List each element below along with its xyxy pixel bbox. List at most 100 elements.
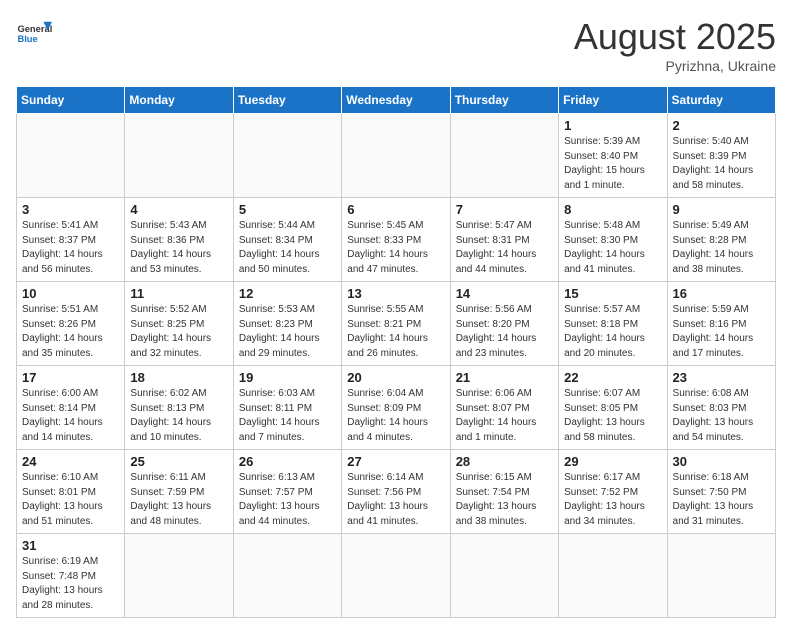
day-number: 4 [130,202,227,217]
calendar-cell: 7 Sunrise: 5:47 AMSunset: 8:31 PMDaylight… [450,198,558,282]
day-info: Sunrise: 6:17 AMSunset: 7:52 PMDaylight:… [564,471,661,529]
day-number: 11 [130,286,227,301]
day-info: Sunrise: 5:59 AMSunset: 8:16 PMDaylight:… [673,303,770,361]
day-number: 24 [22,454,119,469]
day-number: 3 [22,202,119,217]
day-info: Sunrise: 6:03 AMSunset: 8:11 PMDaylight:… [239,387,336,445]
calendar-cell: 18Sunrise: 6:02 AMSunset: 8:13 PMDayligh… [125,366,233,450]
logo-svg: General Blue [16,16,52,52]
location-subtitle: Pyrizhna, Ukraine [574,58,776,74]
day-info: Sunrise: 5:47 AMSunset: 8:31 PMDaylight:… [456,219,553,277]
weekday-header-friday: Friday [559,87,667,114]
calendar-cell: 12Sunrise: 5:53 AMSunset: 8:23 PMDayligh… [233,282,341,366]
calendar-cell: 17Sunrise: 6:00 AMSunset: 8:14 PMDayligh… [17,366,125,450]
day-number: 19 [239,370,336,385]
day-number: 10 [22,286,119,301]
month-year-title: August 2025 [574,16,776,58]
day-info: Sunrise: 6:19 AMSunset: 7:48 PMDaylight:… [22,555,119,613]
day-number: 16 [673,286,770,301]
day-number: 28 [456,454,553,469]
day-info: Sunrise: 6:04 AMSunset: 8:09 PMDaylight:… [347,387,444,445]
day-info: Sunrise: 5:43 AMSunset: 8:36 PMDaylight:… [130,219,227,277]
day-number: 25 [130,454,227,469]
weekday-header-monday: Monday [125,87,233,114]
calendar-cell: 8 Sunrise: 5:48 AMSunset: 8:30 PMDaylight… [559,198,667,282]
day-info: Sunrise: 6:10 AMSunset: 8:01 PMDaylight:… [22,471,119,529]
calendar-cell [559,534,667,618]
logo: General Blue [16,16,52,52]
calendar-cell: 13 Sunrise: 5:55 AMSunset: 8:21 PMDayligh… [342,282,450,366]
calendar-cell: 24 Sunrise: 6:10 AMSunset: 8:01 PMDayligh… [17,450,125,534]
day-number: 6 [347,202,444,217]
weekday-header-thursday: Thursday [450,87,558,114]
calendar-cell: 3 Sunrise: 5:41 AMSunset: 8:37 PMDaylight… [17,198,125,282]
calendar-cell: 20 Sunrise: 6:04 AMSunset: 8:09 PMDayligh… [342,366,450,450]
calendar-row-5: 31 Sunrise: 6:19 AMSunset: 7:48 PMDayligh… [17,534,776,618]
day-info: Sunrise: 6:13 AMSunset: 7:57 PMDaylight:… [239,471,336,529]
calendar-cell: 27Sunrise: 6:14 AMSunset: 7:56 PMDayligh… [342,450,450,534]
calendar-cell [450,534,558,618]
calendar-cell [667,534,775,618]
calendar-row-4: 24 Sunrise: 6:10 AMSunset: 8:01 PMDayligh… [17,450,776,534]
day-number: 31 [22,538,119,553]
day-number: 2 [673,118,770,133]
calendar-cell: 4 Sunrise: 5:43 AMSunset: 8:36 PMDaylight… [125,198,233,282]
day-number: 22 [564,370,661,385]
calendar-cell: 25 Sunrise: 6:11 AMSunset: 7:59 PMDayligh… [125,450,233,534]
day-number: 21 [456,370,553,385]
day-number: 29 [564,454,661,469]
calendar-cell: 28Sunrise: 6:15 AMSunset: 7:54 PMDayligh… [450,450,558,534]
day-info: Sunrise: 6:07 AMSunset: 8:05 PMDaylight:… [564,387,661,445]
day-info: Sunrise: 5:44 AMSunset: 8:34 PMDaylight:… [239,219,336,277]
day-info: Sunrise: 5:55 AMSunset: 8:21 PMDaylight:… [347,303,444,361]
weekday-header-tuesday: Tuesday [233,87,341,114]
day-info: Sunrise: 6:08 AMSunset: 8:03 PMDaylight:… [673,387,770,445]
calendar-cell [233,534,341,618]
day-number: 20 [347,370,444,385]
calendar-cell: 1 Sunrise: 5:39 AMSunset: 8:40 PMDaylight… [559,114,667,198]
day-info: Sunrise: 5:39 AMSunset: 8:40 PMDaylight:… [564,135,661,193]
day-info: Sunrise: 5:41 AMSunset: 8:37 PMDaylight:… [22,219,119,277]
day-number: 23 [673,370,770,385]
day-info: Sunrise: 6:11 AMSunset: 7:59 PMDaylight:… [130,471,227,529]
calendar-cell: 16 Sunrise: 5:59 AMSunset: 8:16 PMDayligh… [667,282,775,366]
calendar-cell: 10 Sunrise: 5:51 AMSunset: 8:26 PMDayligh… [17,282,125,366]
day-number: 9 [673,202,770,217]
day-info: Sunrise: 5:48 AMSunset: 8:30 PMDaylight:… [564,219,661,277]
day-number: 15 [564,286,661,301]
calendar-cell [450,114,558,198]
day-number: 7 [456,202,553,217]
calendar-row-2: 10 Sunrise: 5:51 AMSunset: 8:26 PMDayligh… [17,282,776,366]
calendar-cell [342,534,450,618]
calendar-cell: 29 Sunrise: 6:17 AMSunset: 7:52 PMDayligh… [559,450,667,534]
day-info: Sunrise: 5:45 AMSunset: 8:33 PMDaylight:… [347,219,444,277]
day-info: Sunrise: 6:14 AMSunset: 7:56 PMDaylight:… [347,471,444,529]
day-info: Sunrise: 5:52 AMSunset: 8:25 PMDaylight:… [130,303,227,361]
calendar-row-1: 3 Sunrise: 5:41 AMSunset: 8:37 PMDaylight… [17,198,776,282]
calendar-cell [233,114,341,198]
day-number: 5 [239,202,336,217]
day-info: Sunrise: 6:02 AMSunset: 8:13 PMDaylight:… [130,387,227,445]
calendar-cell: 5 Sunrise: 5:44 AMSunset: 8:34 PMDaylight… [233,198,341,282]
title-block: August 2025 Pyrizhna, Ukraine [574,16,776,74]
day-info: Sunrise: 6:06 AMSunset: 8:07 PMDaylight:… [456,387,553,445]
calendar-cell: 26 Sunrise: 6:13 AMSunset: 7:57 PMDayligh… [233,450,341,534]
day-info: Sunrise: 5:51 AMSunset: 8:26 PMDaylight:… [22,303,119,361]
calendar-cell [17,114,125,198]
day-info: Sunrise: 6:00 AMSunset: 8:14 PMDaylight:… [22,387,119,445]
day-info: Sunrise: 5:56 AMSunset: 8:20 PMDaylight:… [456,303,553,361]
day-info: Sunrise: 5:53 AMSunset: 8:23 PMDaylight:… [239,303,336,361]
calendar-cell [342,114,450,198]
calendar-cell: 31 Sunrise: 6:19 AMSunset: 7:48 PMDayligh… [17,534,125,618]
day-number: 26 [239,454,336,469]
calendar-cell: 11 Sunrise: 5:52 AMSunset: 8:25 PMDayligh… [125,282,233,366]
calendar-row-3: 17Sunrise: 6:00 AMSunset: 8:14 PMDayligh… [17,366,776,450]
day-number: 8 [564,202,661,217]
weekday-header-sunday: Sunday [17,87,125,114]
day-number: 13 [347,286,444,301]
day-number: 1 [564,118,661,133]
calendar-cell [125,114,233,198]
calendar-cell: 6 Sunrise: 5:45 AMSunset: 8:33 PMDaylight… [342,198,450,282]
svg-text:Blue: Blue [17,34,37,44]
day-number: 14 [456,286,553,301]
